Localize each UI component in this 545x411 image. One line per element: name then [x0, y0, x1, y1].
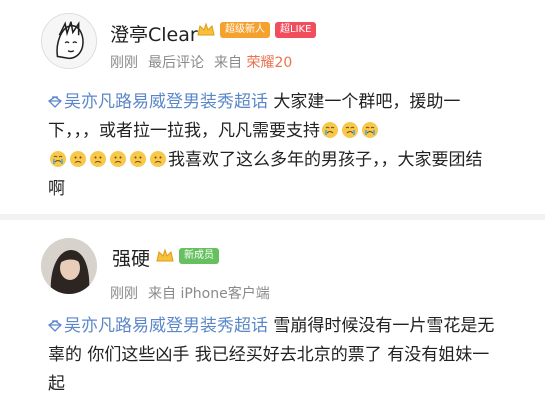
source-device[interactable]: iPhone客户端: [180, 286, 269, 302]
comment-card: 强硬 新成员 刚刚 来自 iPhone客户端 吴亦凡路易威登男装秀超话 雪崩得时…: [0, 0, 545, 411]
source-prefix: 来自: [148, 286, 176, 302]
badge-new-member[interactable]: 新成员: [179, 248, 219, 264]
badge-row: 新成员: [156, 248, 219, 264]
username[interactable]: 强硬: [112, 244, 150, 271]
post-meta: 刚刚 来自 iPhone客户端: [110, 283, 270, 303]
source-label: 来自 iPhone客户端: [148, 283, 270, 303]
diamond-topic-icon: [48, 320, 62, 332]
topic-name: 吴亦凡路易威登男装秀超话: [64, 316, 268, 336]
avatar-photo: [41, 238, 97, 294]
timestamp: 刚刚: [110, 286, 138, 302]
avatar[interactable]: [41, 238, 97, 294]
vip-crown-icon[interactable]: [156, 248, 174, 264]
comment-text: 吴亦凡路易威登男装秀超话 雪崩得时候没有一片雪花是无辜的 你们这些凶手 我已经买…: [48, 312, 498, 399]
topic-link[interactable]: 吴亦凡路易威登男装秀超话: [48, 316, 268, 336]
